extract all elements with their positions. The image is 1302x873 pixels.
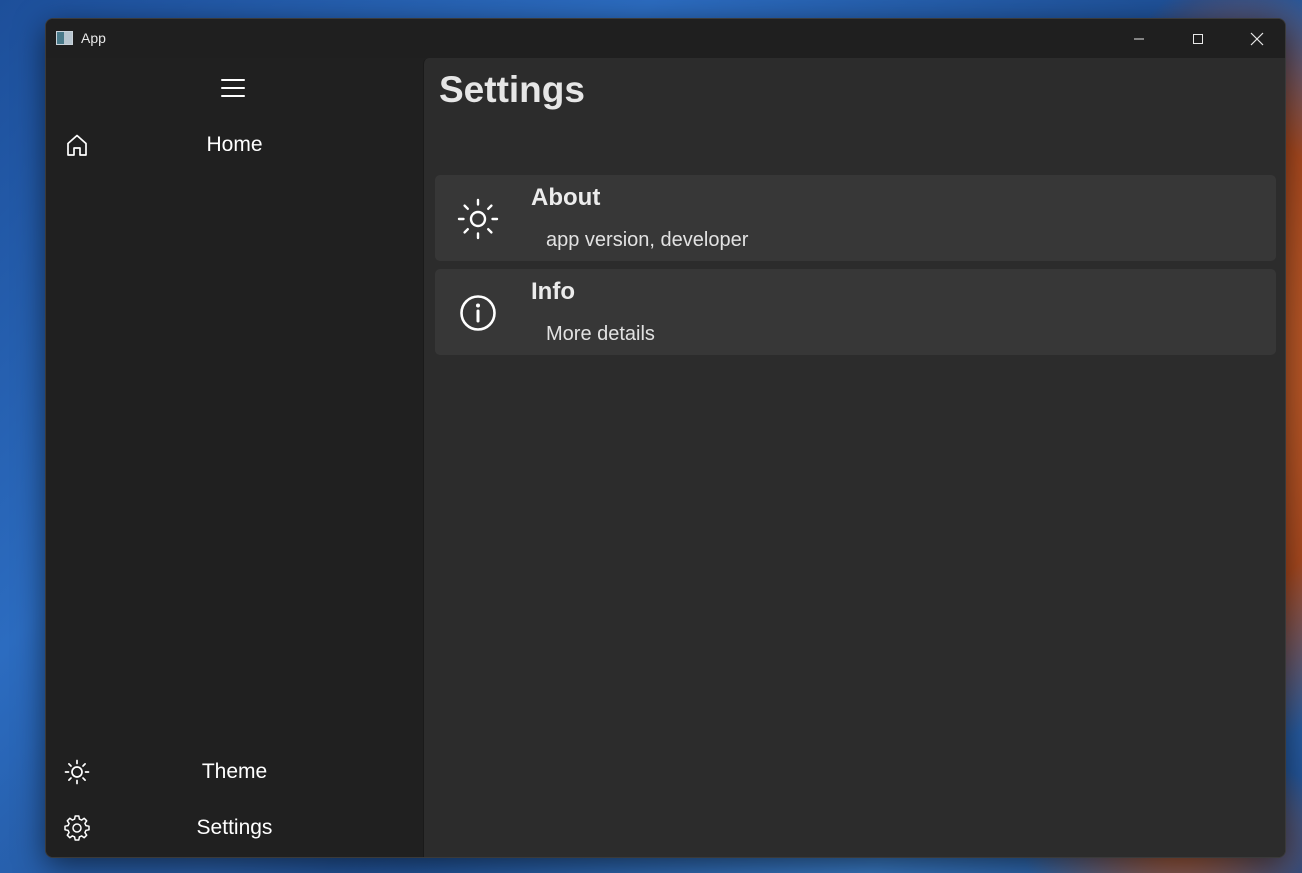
nav-item-theme[interactable]: Theme (46, 751, 423, 795)
nav-item-settings[interactable]: Settings (46, 807, 423, 851)
title-bar[interactable]: App (46, 19, 1285, 58)
maximize-button[interactable] (1168, 19, 1227, 58)
close-button[interactable] (1227, 19, 1285, 58)
hamburger-line (221, 79, 245, 81)
info-icon (460, 295, 496, 331)
card-subtitle: More details (546, 323, 655, 345)
settings-page: Settings About app version, developer In… (423, 58, 1285, 857)
settings-card-about[interactable]: About app version, developer (435, 175, 1276, 261)
close-icon (1250, 32, 1263, 45)
card-subtitle: app version, developer (546, 229, 749, 251)
nav-item-home[interactable]: Home (46, 124, 423, 168)
hamburger-line (221, 95, 245, 97)
minimize-icon (1133, 38, 1144, 39)
card-title: About (531, 184, 601, 211)
minimize-button[interactable] (1109, 19, 1168, 58)
nav-item-label: Theme (201, 760, 268, 783)
nav-item-label: Settings (196, 816, 273, 839)
sun-icon (457, 198, 499, 240)
window-title: App (81, 30, 106, 46)
hamburger-line (221, 87, 245, 89)
nav-item-label: Home (206, 133, 263, 156)
page-title: Settings (439, 69, 585, 110)
navigation-pane: Home Theme Settings (46, 58, 423, 857)
card-title: Info (531, 278, 575, 305)
app-window: App Home Theme Settings Settings About a… (45, 18, 1286, 858)
app-icon (56, 31, 73, 45)
maximize-icon (1192, 33, 1203, 44)
settings-card-info[interactable]: Info More details (435, 269, 1276, 355)
hamburger-menu-button[interactable] (220, 77, 246, 99)
